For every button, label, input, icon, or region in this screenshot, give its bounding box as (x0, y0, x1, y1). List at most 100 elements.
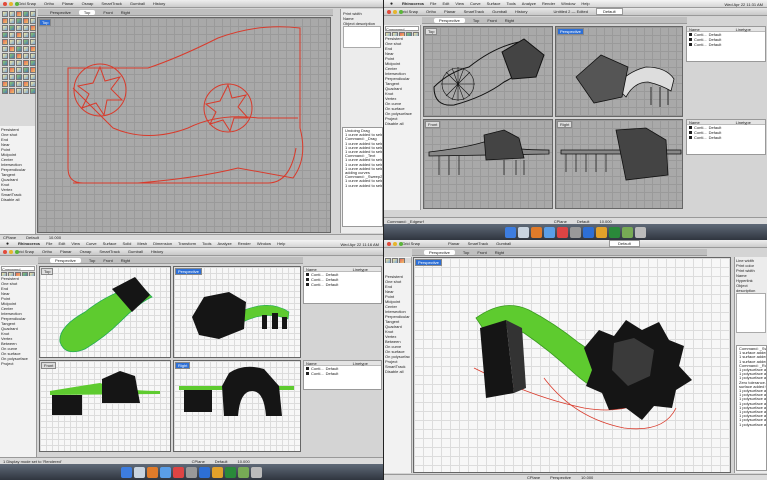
tab-right[interactable]: Right (495, 250, 504, 255)
layer-color-swatch[interactable] (306, 283, 309, 286)
tool-icon[interactable] (30, 11, 36, 17)
tool-icon[interactable] (23, 74, 29, 80)
toggle-smarttrack[interactable]: SmartTrack (464, 9, 485, 14)
tool-icon[interactable] (9, 81, 15, 87)
menu-curve[interactable]: Curve (470, 1, 481, 6)
tab-front[interactable]: Front (103, 10, 112, 15)
tool-icon[interactable] (406, 32, 412, 36)
tool-icon[interactable] (9, 67, 15, 73)
layer-color-swatch[interactable] (306, 367, 309, 370)
zoom-button[interactable] (399, 10, 403, 14)
tool-icon[interactable] (2, 67, 8, 73)
apple-icon[interactable]: ● (6, 241, 9, 247)
viewport-right[interactable]: Right (173, 360, 301, 452)
tool-icon[interactable] (2, 46, 8, 52)
layer-color-swatch[interactable] (689, 43, 692, 46)
powerpoint-icon[interactable] (596, 226, 607, 238)
app-icon[interactable] (186, 466, 197, 478)
menu-help[interactable]: Help (581, 1, 589, 6)
trash-icon[interactable] (635, 226, 646, 238)
tool-icon[interactable] (2, 74, 8, 80)
toggle-planar[interactable]: Planar (62, 1, 74, 6)
layer-row[interactable]: Conti... Default (687, 42, 765, 47)
tab-perspective[interactable]: Perspective (50, 257, 81, 263)
toggle-history[interactable]: History (515, 9, 527, 14)
tab-right[interactable]: Right (505, 18, 514, 23)
toggle-ortho[interactable]: Ortho (44, 1, 54, 6)
tool-icon[interactable] (30, 67, 36, 73)
description-field[interactable] (343, 26, 381, 48)
menu-solid[interactable]: Solid (122, 241, 131, 246)
app-icon[interactable] (518, 226, 529, 238)
tool-icon[interactable] (23, 25, 29, 31)
tool-icon[interactable] (23, 32, 29, 38)
viewport-perspective[interactable]: Perspective (413, 257, 731, 473)
menu-render[interactable]: Render (542, 1, 555, 6)
layer-row[interactable]: Conti... Default (687, 135, 765, 140)
tool-icon[interactable] (16, 53, 22, 59)
safari-icon[interactable] (544, 226, 555, 238)
layer-color-swatch[interactable] (689, 131, 692, 134)
tool-icon[interactable] (30, 81, 36, 87)
powerpoint-icon[interactable] (212, 466, 223, 478)
toggle-planar[interactable]: Planar (448, 241, 460, 246)
tool-icon[interactable] (2, 11, 8, 17)
tab-front[interactable]: Front (103, 258, 112, 263)
viewport-right[interactable]: Right (555, 119, 683, 209)
menu-dimension[interactable]: Dimension (153, 241, 172, 246)
tool-icon[interactable] (16, 46, 22, 52)
osnap-item[interactable]: Project (1, 361, 35, 366)
toggle-gumball[interactable]: Gumball (496, 241, 511, 246)
toggle-planar[interactable]: Planar (444, 9, 456, 14)
menu-transform[interactable]: Transform (178, 241, 196, 246)
word-icon[interactable] (199, 466, 210, 478)
tool-icon[interactable] (9, 18, 15, 24)
tool-icon[interactable] (23, 81, 29, 87)
tool-icon[interactable] (9, 32, 15, 38)
minimize-button[interactable] (393, 10, 397, 14)
tool-icon[interactable] (30, 18, 36, 24)
layer-select[interactable]: Default (609, 240, 640, 247)
layer-color-swatch[interactable] (306, 278, 309, 281)
tool-icon[interactable] (30, 46, 36, 52)
tool-icon[interactable] (23, 11, 29, 17)
layer-color-swatch[interactable] (689, 38, 692, 41)
viewport-top[interactable]: Top (423, 26, 553, 117)
menu-analyze[interactable]: Analyze (217, 241, 231, 246)
app-icon[interactable] (147, 466, 158, 478)
status-layer[interactable]: Default (215, 459, 228, 464)
tool-icon[interactable] (22, 272, 28, 276)
tool-icon[interactable] (16, 18, 22, 24)
menu-analyze[interactable]: Analyze (522, 1, 536, 6)
toggle-history[interactable]: History (151, 249, 163, 254)
menu-tools[interactable]: Tools (202, 241, 211, 246)
viewport-front[interactable]: Front (423, 119, 553, 209)
finder-icon[interactable] (505, 226, 516, 238)
close-button[interactable] (387, 10, 391, 14)
toggle-gumball[interactable]: Gumball (128, 249, 143, 254)
tool-icon[interactable] (16, 11, 22, 17)
tool-icon[interactable] (16, 32, 22, 38)
layer-row[interactable]: Conti... Default (304, 371, 381, 376)
layer-select[interactable]: Default (595, 8, 623, 15)
viewport-front[interactable]: Front (39, 360, 171, 452)
tool-icon[interactable] (23, 60, 29, 66)
toggle-osnap[interactable]: Osnap (82, 1, 94, 6)
toggle-ortho[interactable]: Ortho (426, 9, 436, 14)
tool-icon[interactable] (30, 25, 36, 31)
tool-icon[interactable] (9, 46, 15, 52)
layer-color-swatch[interactable] (689, 33, 692, 36)
menu-file[interactable]: File (430, 1, 436, 6)
app-icon[interactable] (570, 226, 581, 238)
tool-icon[interactable] (2, 18, 8, 24)
viewport-top[interactable]: Top (39, 266, 171, 358)
tool-icon[interactable] (2, 32, 8, 38)
tab-perspective[interactable]: Perspective (50, 10, 71, 15)
zoom-button[interactable] (15, 250, 19, 254)
tool-icon[interactable] (23, 46, 29, 52)
tool-icon[interactable] (16, 39, 22, 45)
tool-icon[interactable] (2, 39, 8, 45)
tab-top[interactable]: Top (78, 9, 96, 15)
tool-icon[interactable] (385, 258, 391, 263)
menu-window[interactable]: Window (561, 1, 575, 6)
